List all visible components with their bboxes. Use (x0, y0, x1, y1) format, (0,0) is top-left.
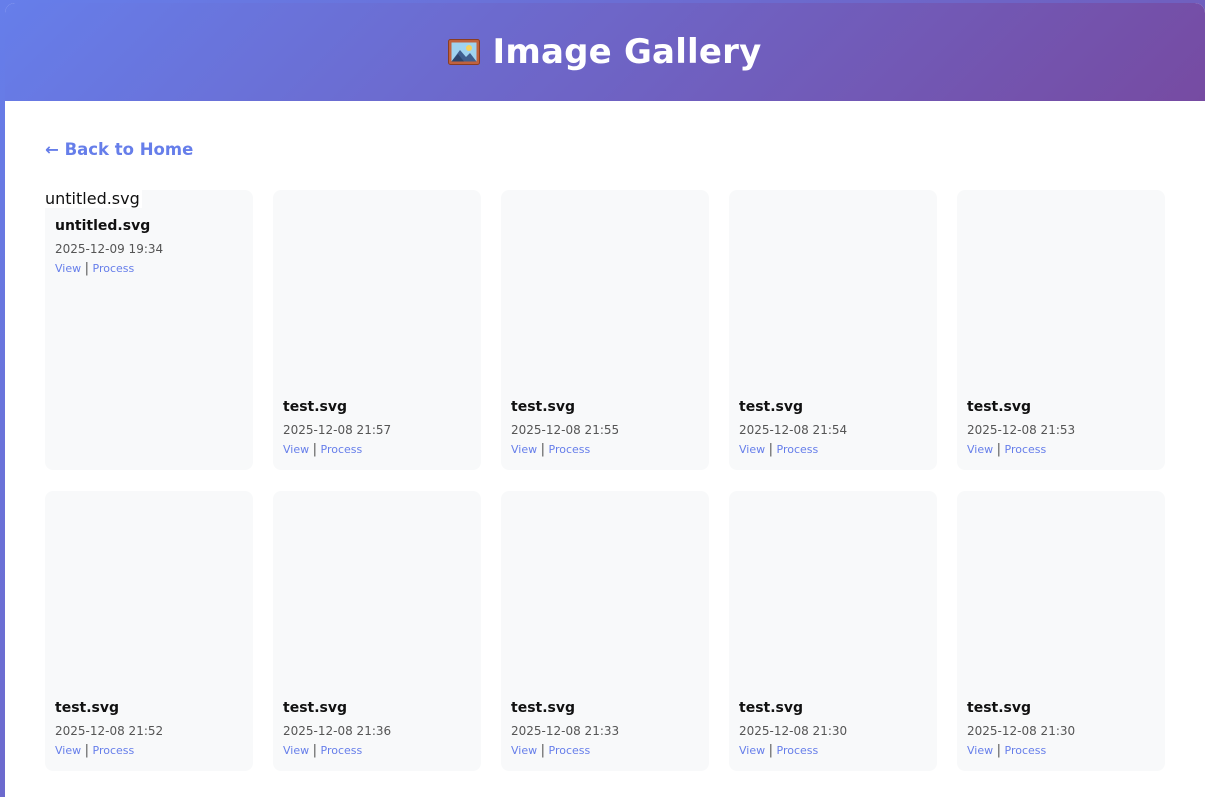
process-link[interactable]: Process (93, 744, 135, 757)
action-separator: | (996, 743, 1001, 758)
file-date: 2025-12-08 21:57 (283, 423, 392, 437)
gallery-card: test.svg 2025-12-08 21:55 View | Process (501, 190, 709, 470)
file-date: 2025-12-08 21:54 (739, 423, 848, 437)
image-thumbnail[interactable] (501, 190, 709, 399)
file-name: test.svg (511, 700, 576, 716)
file-name: untitled.svg (55, 218, 151, 234)
card-info: test.svg 2025-12-08 21:36 View | Process (273, 700, 481, 771)
process-link[interactable]: Process (549, 443, 591, 456)
action-separator: | (768, 442, 773, 457)
view-link[interactable]: View (283, 744, 309, 757)
action-separator: | (540, 442, 545, 457)
action-separator: | (84, 743, 89, 758)
process-link[interactable]: Process (1005, 443, 1047, 456)
process-link[interactable]: Process (777, 744, 819, 757)
card-info: untitled.svg 2025-12-09 19:34 View | Pro… (45, 218, 253, 289)
image-thumbnail[interactable] (729, 190, 937, 399)
page-header: Image Gallery (5, 3, 1205, 101)
action-separator: | (996, 442, 1001, 457)
action-separator: | (768, 743, 773, 758)
gallery-card: untitled.svg untitled.svg 2025-12-09 19:… (45, 190, 253, 470)
file-name: test.svg (283, 399, 348, 415)
card-info: test.svg 2025-12-08 21:55 View | Process (501, 399, 709, 470)
page-container: Image Gallery ← Back to Home untitled.sv… (5, 3, 1205, 797)
card-actions: View | Process (967, 442, 1155, 457)
file-name: test.svg (55, 700, 120, 716)
gallery-card: test.svg 2025-12-08 21:30 View | Process (729, 491, 937, 771)
file-date: 2025-12-08 21:33 (511, 724, 620, 738)
image-thumbnail[interactable] (729, 491, 937, 700)
file-name: test.svg (739, 700, 804, 716)
card-actions: View | Process (739, 442, 927, 457)
view-link[interactable]: View (739, 443, 765, 456)
gallery-card: test.svg 2025-12-08 21:54 View | Process (729, 190, 937, 470)
gallery-card: test.svg 2025-12-08 21:53 View | Process (957, 190, 1165, 470)
action-separator: | (312, 743, 317, 758)
card-info: test.svg 2025-12-08 21:57 View | Process (273, 399, 481, 470)
view-link[interactable]: View (55, 262, 81, 275)
file-name: test.svg (967, 399, 1032, 415)
file-name: test.svg (967, 700, 1032, 716)
page-title: Image Gallery (492, 32, 762, 72)
file-name: test.svg (283, 700, 348, 716)
process-link[interactable]: Process (1005, 744, 1047, 757)
file-name: test.svg (739, 399, 804, 415)
card-info: test.svg 2025-12-08 21:52 View | Process (45, 700, 253, 771)
image-thumbnail[interactable] (957, 190, 1165, 399)
action-separator: | (312, 442, 317, 457)
gallery-card: test.svg 2025-12-08 21:30 View | Process (957, 491, 1165, 771)
card-info: test.svg 2025-12-08 21:53 View | Process (957, 399, 1165, 470)
process-link[interactable]: Process (777, 443, 819, 456)
file-date: 2025-12-08 21:52 (55, 724, 164, 738)
file-date: 2025-12-08 21:53 (967, 423, 1076, 437)
file-date: 2025-12-08 21:30 (967, 724, 1076, 738)
file-name: test.svg (511, 399, 576, 415)
image-thumbnail[interactable] (45, 491, 253, 700)
process-link[interactable]: Process (549, 744, 591, 757)
process-link[interactable]: Process (93, 262, 135, 275)
process-link[interactable]: Process (321, 443, 363, 456)
image-thumbnail[interactable] (501, 491, 709, 700)
view-link[interactable]: View (739, 744, 765, 757)
card-actions: View | Process (55, 261, 243, 276)
broken-image-alt-text: untitled.svg (45, 189, 142, 208)
file-date: 2025-12-08 21:55 (511, 423, 620, 437)
view-link[interactable]: View (283, 443, 309, 456)
card-actions: View | Process (967, 743, 1155, 758)
card-info: test.svg 2025-12-08 21:30 View | Process (729, 700, 937, 771)
gallery-card: test.svg 2025-12-08 21:33 View | Process (501, 491, 709, 771)
image-thumbnail[interactable] (273, 491, 481, 700)
image-thumbnail[interactable]: untitled.svg (45, 190, 253, 218)
file-date: 2025-12-09 19:34 (55, 242, 164, 256)
view-link[interactable]: View (511, 443, 537, 456)
view-link[interactable]: View (511, 744, 537, 757)
file-date: 2025-12-08 21:30 (739, 724, 848, 738)
card-info: test.svg 2025-12-08 21:33 View | Process (501, 700, 709, 771)
card-actions: View | Process (283, 743, 471, 758)
view-link[interactable]: View (967, 443, 993, 456)
gallery-card: test.svg 2025-12-08 21:57 View | Process (273, 190, 481, 470)
action-separator: | (540, 743, 545, 758)
view-link[interactable]: View (967, 744, 993, 757)
process-link[interactable]: Process (321, 744, 363, 757)
card-info: test.svg 2025-12-08 21:30 View | Process (957, 700, 1165, 771)
file-date: 2025-12-08 21:36 (283, 724, 392, 738)
image-thumbnail[interactable] (957, 491, 1165, 700)
gallery-card: test.svg 2025-12-08 21:52 View | Process (45, 491, 253, 771)
back-to-home-link[interactable]: ← Back to Home (45, 140, 193, 159)
card-actions: View | Process (511, 442, 699, 457)
main-content: ← Back to Home untitled.svg untitled.svg… (5, 101, 1205, 771)
card-actions: View | Process (511, 743, 699, 758)
view-link[interactable]: View (55, 744, 81, 757)
card-actions: View | Process (739, 743, 927, 758)
image-thumbnail[interactable] (273, 190, 481, 399)
card-info: test.svg 2025-12-08 21:54 View | Process (729, 399, 937, 470)
card-actions: View | Process (55, 743, 243, 758)
card-actions: View | Process (283, 442, 471, 457)
gallery-card: test.svg 2025-12-08 21:36 View | Process (273, 491, 481, 771)
gallery-grid: untitled.svg untitled.svg 2025-12-09 19:… (45, 190, 1165, 771)
framed-picture-icon (448, 39, 481, 65)
action-separator: | (84, 261, 89, 276)
